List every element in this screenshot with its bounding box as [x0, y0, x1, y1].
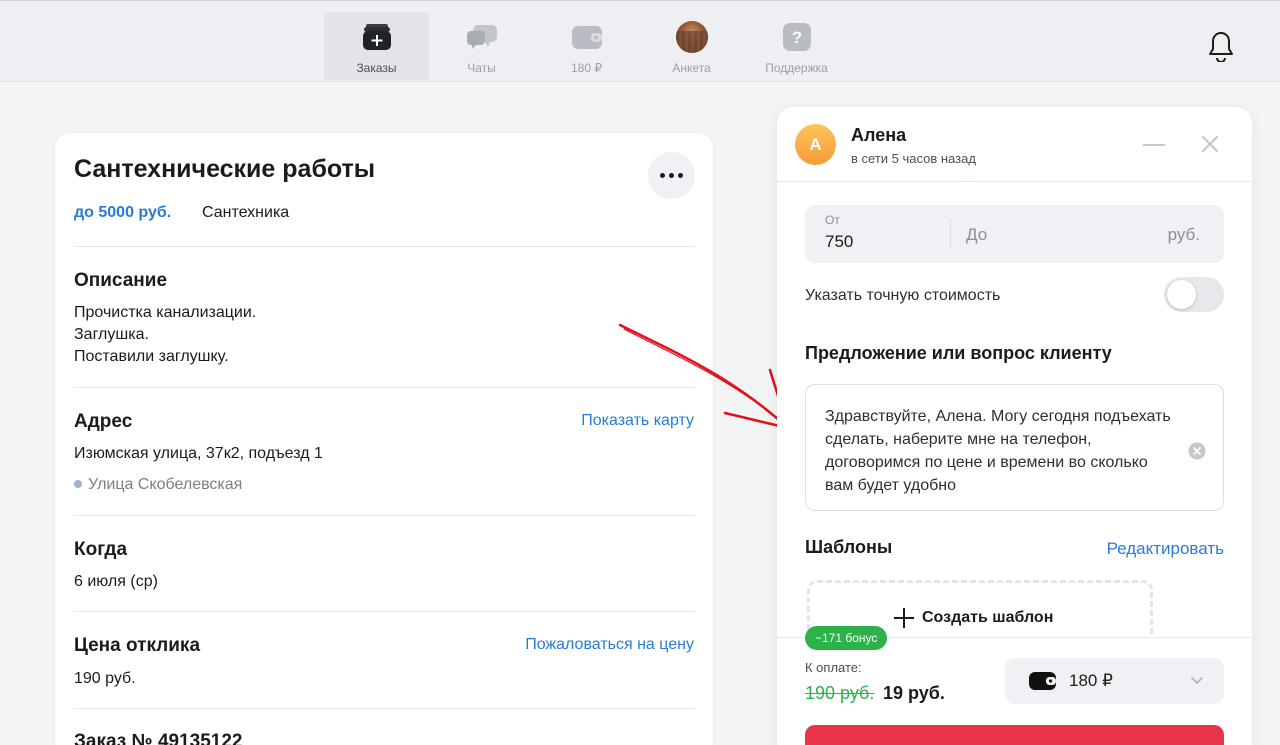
order-title: Сантехнические работы — [74, 155, 376, 183]
nav-label-support: Поддержка — [765, 61, 828, 75]
new-price: 19 руб. — [883, 683, 945, 703]
price-from-input[interactable]: 750 — [825, 232, 853, 252]
wallet-icon — [571, 21, 603, 53]
nav-label-profile: Анкета — [672, 61, 711, 75]
annotation-arrow-icon — [618, 323, 790, 430]
payment-section: −171 бонус К оплате: 190 руб. 19 руб. 18… — [777, 626, 1252, 745]
clear-text-icon[interactable] — [1188, 442, 1206, 460]
wallet-icon — [1029, 671, 1057, 691]
price-separator — [950, 219, 951, 249]
order-budget: до 5000 руб. — [74, 204, 172, 221]
more-dot-icon — [669, 173, 674, 178]
nav-label-chats: Чаты — [467, 61, 496, 75]
main-nav: Заказы Чаты 180 ₽ Анкета ? Поддержка — [324, 12, 849, 80]
description-line: Поставили заглушку. — [74, 348, 229, 365]
plus-icon — [894, 608, 914, 628]
response-panel: А Алена в сети 5 часов назад От 750 До р… — [777, 107, 1252, 745]
support-glyph: ? — [791, 28, 801, 47]
metro-station: Улица Скобелевская — [74, 476, 242, 494]
orders-icon — [361, 21, 393, 53]
chat-header: А Алена в сети 5 часов назад — [777, 107, 1252, 182]
profile-photo-wrapper — [675, 21, 708, 53]
nav-item-orders[interactable]: Заказы — [324, 12, 429, 80]
when-value: 6 июля (ср) — [74, 573, 158, 590]
edit-templates-link[interactable]: Редактировать — [1107, 539, 1224, 559]
nav-label-orders: Заказы — [356, 61, 397, 75]
templates-heading: Шаблоны — [805, 537, 893, 557]
client-name: Алена — [851, 125, 907, 145]
nav-item-chats[interactable]: Чаты — [429, 12, 534, 80]
order-number: Заказ № 49135122 — [74, 731, 243, 745]
offer-textarea[interactable]: Здравствуйте, Алена. Могу сегодня подъех… — [805, 384, 1224, 511]
nav-item-support[interactable]: ? Поддержка — [744, 12, 849, 80]
nav-item-profile[interactable]: Анкета — [639, 12, 744, 80]
exact-price-label: Указать точную стоимость — [805, 287, 1001, 304]
divider — [74, 611, 695, 612]
client-avatar: А — [795, 124, 836, 165]
price-currency: руб. — [1167, 225, 1200, 244]
address-heading: Адрес — [74, 411, 133, 432]
wallet-select[interactable]: 180 ₽ — [1005, 658, 1224, 704]
description-line: Прочистка канализации. — [74, 304, 257, 321]
profile-photo — [675, 21, 708, 53]
divider — [74, 515, 695, 516]
divider — [74, 708, 695, 709]
nav-item-wallet[interactable]: 180 ₽ — [534, 12, 639, 80]
submit-response-button[interactable] — [805, 725, 1224, 745]
price-from-label: От — [825, 213, 840, 227]
chats-icon — [466, 21, 498, 53]
when-heading: Когда — [74, 539, 128, 560]
price-to-input[interactable]: До — [966, 225, 987, 245]
response-price-heading: Цена отклика — [74, 635, 201, 656]
nav-label-wallet: 180 ₽ — [571, 61, 602, 75]
close-icon[interactable] — [1200, 134, 1220, 154]
bonus-badge: −171 бонус — [805, 626, 888, 650]
response-price-value: 190 руб. — [74, 670, 136, 687]
create-template-content: Создать шаблон — [894, 608, 1053, 628]
complain-price-link[interactable]: Пожаловаться на цену — [525, 636, 694, 654]
exact-price-toggle[interactable] — [1164, 277, 1224, 312]
client-online-status: в сети 5 часов назад — [851, 151, 976, 166]
description-heading: Описание — [74, 270, 168, 291]
chevron-down-icon — [1190, 673, 1204, 687]
create-template-label: Создать шаблон — [922, 609, 1054, 626]
top-navigation-bar: Заказы Чаты 180 ₽ Анкета ? Поддержка — [0, 0, 1280, 82]
divider — [74, 246, 695, 247]
more-dot-icon — [660, 173, 665, 178]
old-price: 190 руб. — [805, 683, 875, 703]
offer-text: Здравствуйте, Алена. Могу сегодня подъех… — [825, 408, 1171, 494]
support-icon: ? — [781, 21, 813, 53]
divider — [74, 387, 695, 388]
more-options-button[interactable] — [648, 152, 695, 199]
wallet-balance: 180 ₽ — [1069, 671, 1113, 690]
offer-heading: Предложение или вопрос клиенту — [805, 343, 1112, 363]
order-category: Сантехника — [202, 204, 290, 221]
description-line: Заглушка. — [74, 326, 149, 343]
more-dot-icon — [678, 173, 683, 178]
minimize-icon[interactable] — [1143, 134, 1165, 156]
notifications-bell-icon[interactable] — [1207, 30, 1235, 64]
price-range-field: От 750 До руб. — [805, 205, 1224, 263]
payment-label: К оплате: — [805, 660, 862, 675]
address-value: Изюмская улица, 37к2, подъезд 1 — [74, 445, 323, 462]
